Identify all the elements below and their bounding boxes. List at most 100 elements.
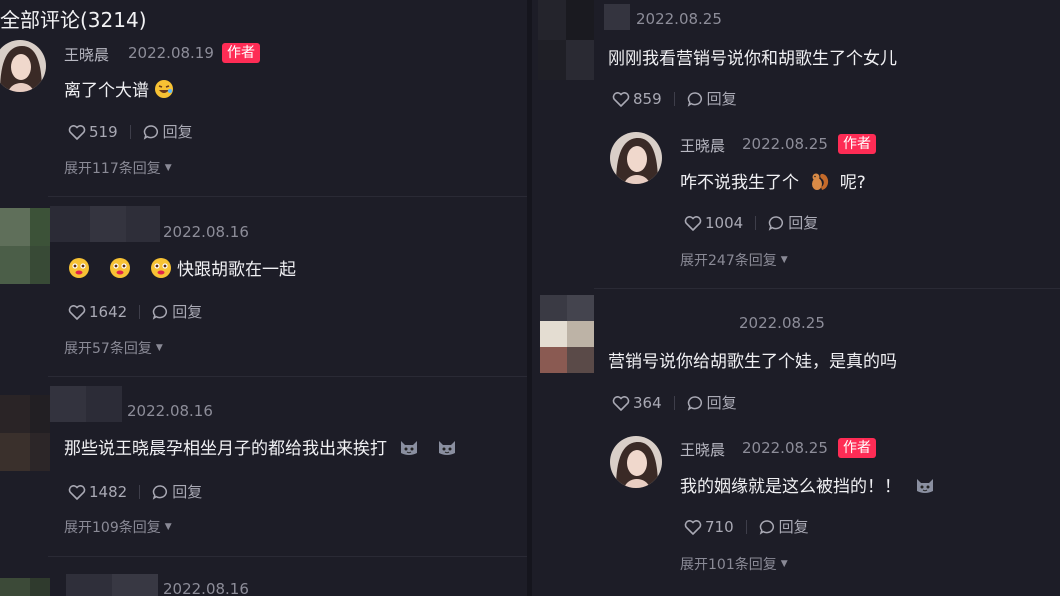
pixelated-avatar[interactable]: [538, 0, 594, 80]
divider: [48, 196, 527, 197]
comment-text: 我的姻缘就是这么被挡的！！: [680, 472, 936, 500]
reply-bubble-icon: [759, 519, 774, 535]
left-comment-column: 全部评论(3214) 王晓晨 2022.08.19 作者 离了个大谱 519 回…: [0, 0, 527, 596]
like-button[interactable]: 519: [68, 123, 118, 141]
reply-bubble-icon: [152, 484, 168, 500]
divider: [129, 124, 131, 139]
reply-button[interactable]: 回复: [768, 212, 818, 233]
like-button[interactable]: 859: [612, 90, 662, 108]
reply-button[interactable]: 回复: [143, 121, 193, 142]
expand-replies-label: 展开109条回复: [64, 520, 161, 536]
pixelated-avatar[interactable]: [540, 295, 594, 373]
caret-down-icon: ▼: [780, 559, 788, 569]
author-badge: 作者: [838, 134, 876, 154]
comment-text: 营销号说你给胡歌生了个娃，是真的吗: [608, 352, 897, 372]
caret-down-icon: ▼: [164, 522, 172, 532]
comment-actions: 710 回复: [684, 516, 809, 537]
pixelated-username[interactable]: [50, 386, 122, 422]
comment-date: 2022.08.16: [127, 402, 213, 420]
like-count: 364: [633, 393, 662, 412]
like-count: 710: [705, 517, 734, 536]
reply-bubble-icon: [687, 91, 702, 107]
commenter-name[interactable]: 王晓晨: [64, 44, 109, 65]
like-button[interactable]: 1482: [68, 483, 127, 501]
reply-button[interactable]: 回复: [687, 392, 737, 413]
comment-text: 刚刚我看营销号说你和胡歌生了个女儿: [608, 49, 897, 69]
heart-icon: [612, 91, 630, 107]
caret-down-icon: ▼: [780, 255, 788, 265]
divider: [673, 395, 675, 410]
like-button[interactable]: 1642: [68, 303, 127, 321]
commenter-name[interactable]: 王晓晨: [680, 135, 725, 156]
comments-header: 全部评论(3214): [0, 8, 147, 32]
caret-down-icon: ▼: [155, 343, 163, 353]
divider: [745, 519, 747, 534]
right-comment-column: 2022.08.25 刚刚我看营销号说你和胡歌生了个女儿 859 回复 王晓晨 …: [532, 0, 1060, 596]
laughing-emoji-icon: [154, 79, 174, 104]
comment-actions: 364 回复: [612, 392, 737, 413]
divider: [673, 91, 675, 106]
author-avatar[interactable]: [610, 436, 662, 488]
reply-label: 回复: [162, 123, 193, 141]
reply-label: 回复: [172, 483, 203, 501]
pixelated-username[interactable]: [50, 206, 160, 242]
like-button[interactable]: 364: [612, 394, 662, 412]
author-badge: 作者: [222, 43, 260, 63]
reply-label: 回复: [788, 214, 819, 232]
reply-button[interactable]: 回复: [152, 301, 202, 322]
reply-bubble-icon: [768, 215, 784, 231]
reply-button[interactable]: 回复: [759, 516, 809, 537]
like-count: 859: [633, 89, 662, 108]
heart-icon: [68, 124, 86, 140]
pixelated-username[interactable]: [66, 574, 158, 596]
author-avatar[interactable]: [610, 132, 662, 184]
expand-replies-label: 展开57条回复: [64, 341, 152, 357]
comment-date: 2022.08.25: [636, 10, 722, 28]
author-avatar[interactable]: [0, 40, 46, 92]
comment-text-body: 咋不说我生了个: [680, 173, 799, 193]
heart-icon: [68, 304, 86, 320]
reply-bubble-icon: [687, 395, 702, 411]
comment-date: 2022.08.25: [739, 314, 825, 332]
reply-bubble-icon: [143, 124, 158, 140]
expand-replies-button[interactable]: 展开117条回复 ▼: [64, 158, 172, 178]
divider: [594, 288, 1060, 289]
expand-replies-button[interactable]: 展开109条回复 ▼: [64, 517, 172, 537]
heart-icon: [684, 519, 702, 535]
expand-replies-label: 展开247条回复: [680, 253, 777, 269]
pixelated-avatar[interactable]: [0, 578, 50, 596]
comment-text-body: 我的姻缘就是这么被挡的！！: [680, 477, 901, 497]
commenter-name[interactable]: 王晓晨: [680, 439, 725, 460]
cat-emoji-icon: [914, 475, 936, 500]
reply-button[interactable]: 回复: [687, 88, 737, 109]
comment-date: 2022.08.19: [128, 44, 214, 62]
expand-replies-button[interactable]: 展开247条回复 ▼: [680, 250, 788, 270]
like-button[interactable]: 710: [684, 518, 734, 536]
expand-replies-label: 展开101条回复: [680, 557, 777, 573]
comment-text: 那些说王晓晨孕相坐月子的都给我出来挨打: [64, 434, 458, 462]
comment-text-body: 快跟胡歌在一起: [177, 260, 297, 280]
divider: [139, 484, 141, 499]
pixelated-avatar[interactable]: [0, 208, 50, 284]
caret-down-icon: ▼: [164, 163, 172, 173]
divider: [48, 556, 527, 557]
comment-date: 2022.08.25: [742, 135, 828, 153]
comment-text-body: 那些说王晓晨孕相坐月子的都给我出来挨打: [64, 439, 387, 459]
comment-text-body-end: 呢?: [839, 173, 866, 193]
pixelated-avatar[interactable]: [0, 395, 50, 471]
divider: [48, 376, 527, 377]
pleading-emoji-icon: [109, 257, 131, 284]
expand-replies-button[interactable]: 展开101条回复 ▼: [680, 554, 788, 574]
expand-replies-label: 展开117条回复: [64, 161, 161, 177]
pixelated-username[interactable]: [604, 4, 630, 30]
like-count: 1004: [705, 213, 744, 232]
comment-actions: 1642 回复: [68, 301, 202, 322]
comment-date: 2022.08.16: [163, 580, 249, 596]
like-count: 1642: [89, 302, 128, 321]
expand-replies-button[interactable]: 展开57条回复 ▼: [64, 338, 163, 358]
reply-label: 回复: [706, 90, 737, 108]
comment-text: 快跟胡歌在一起: [68, 255, 296, 284]
reply-button[interactable]: 回复: [152, 481, 202, 502]
comment-actions: 1004 回复: [684, 212, 818, 233]
like-button[interactable]: 1004: [684, 214, 743, 232]
